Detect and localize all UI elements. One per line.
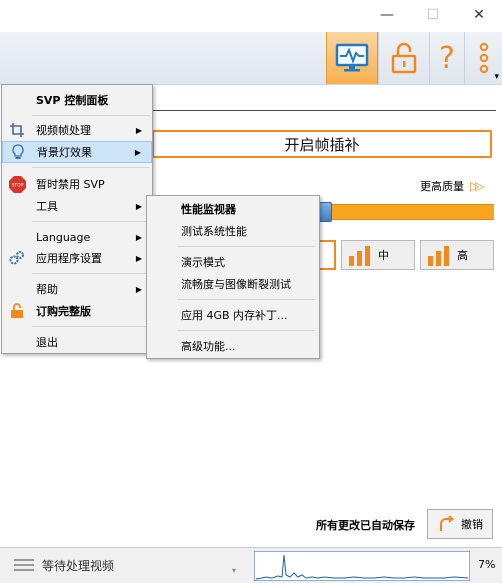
higher-quality-label: 更高质量: [420, 180, 464, 193]
close-icon: ✕: [473, 7, 485, 23]
more-vertical-icon: [479, 42, 489, 74]
undo-arrow-icon: [440, 515, 455, 531]
menu-item-disable-svp[interactable]: STOP 暂时禁用 SVP: [2, 173, 152, 195]
unlock-icon: [391, 42, 417, 74]
submenu-item-demo-mode[interactable]: 演示模式: [147, 251, 319, 273]
cpu-graph: [254, 551, 470, 581]
maximize-icon: ☐: [426, 7, 440, 23]
menu-item-label: 背景灯效果: [37, 146, 92, 159]
stop-icon: STOP: [8, 175, 26, 193]
submenu-item-label: 高级功能...: [181, 340, 236, 353]
menu-item-label: 订购完整版: [36, 305, 91, 318]
status-text: 等待处理视频: [42, 559, 115, 573]
submenu-item-label: 测试系统性能: [181, 225, 247, 238]
control-panel-menu: SVP 控制面板 视频帧处理 ▶ 背景灯效果 ▶ STOP 暂时禁用 SVP 工…: [1, 84, 153, 354]
menu-separator: [177, 246, 315, 247]
menu-item-label: 应用程序设置: [36, 252, 102, 265]
quality-slider-track[interactable]: [318, 204, 494, 220]
lightbulb-icon: [9, 143, 27, 161]
submenu-item-label: 演示模式: [181, 256, 225, 269]
menu-item-video-frame-processing[interactable]: 视频帧处理 ▶: [2, 119, 152, 141]
divider: [152, 110, 496, 111]
submenu-item-label: 应用 4GB 内存补丁...: [181, 309, 288, 322]
menu-separator: [32, 221, 150, 222]
quality-button-medium[interactable]: 中: [341, 240, 415, 270]
unlock-icon: [8, 302, 26, 320]
menu-separator: [32, 273, 150, 274]
cpu-percent: 7%: [478, 558, 496, 571]
menu-title: SVP 控制面板: [36, 94, 109, 107]
undo-label: 撤销: [461, 518, 483, 531]
submenu-item-tearing-test[interactable]: 流畅度与图像断裂测试: [147, 273, 319, 295]
hamburger-icon[interactable]: [14, 559, 34, 571]
autosave-text: 所有更改已自动保存: [316, 519, 415, 532]
help-icon: ?: [439, 40, 455, 76]
menu-item-label: 工具: [36, 200, 58, 213]
maximize-button[interactable]: ☐: [410, 0, 456, 30]
high-label: 高: [457, 249, 468, 262]
submenu-item-advanced[interactable]: 高级功能...: [147, 335, 319, 357]
quality-button-low-partial[interactable]: [318, 240, 336, 270]
top-toolbar: ? ▾: [0, 32, 502, 85]
submenu-item-label: 性能监视器: [181, 203, 236, 216]
submenu-item-4gb-patch[interactable]: 应用 4GB 内存补丁...: [147, 304, 319, 326]
enable-interpolation-label: 开启帧插补: [284, 135, 360, 154]
menu-separator: [32, 115, 150, 116]
help-button[interactable]: ?: [429, 32, 464, 84]
minimize-icon: —: [380, 7, 394, 23]
minimize-button[interactable]: —: [364, 0, 410, 30]
graph-dropdown-caret-icon[interactable]: ▾: [232, 566, 236, 575]
quality-button-high[interactable]: 高: [420, 240, 494, 270]
tools-submenu: 性能监视器 测试系统性能 演示模式 流畅度与图像断裂测试 应用 4GB 内存补丁…: [146, 195, 320, 359]
menu-item-label: 帮助: [36, 283, 58, 296]
menu-item-backlight-effect[interactable]: 背景灯效果 ▶: [2, 141, 152, 163]
submenu-item-benchmark[interactable]: 测试系统性能: [147, 220, 319, 242]
menu-separator: [177, 330, 315, 331]
title-bar: — ☐ ✕: [0, 0, 502, 32]
bars-icon: [349, 246, 370, 266]
gears-icon: [8, 249, 26, 267]
performance-monitor-button[interactable]: [326, 32, 378, 84]
quality-header: 更高质量 ▷▷: [420, 178, 485, 194]
more-menu-button[interactable]: ▾: [464, 32, 502, 84]
menu-item-help[interactable]: 帮助 ▶: [2, 278, 152, 300]
quality-slider-handle[interactable]: [318, 202, 332, 222]
menu-item-tools[interactable]: 工具 ▶: [2, 195, 152, 217]
chevron-down-icon: ▾: [494, 72, 499, 82]
menu-item-exit[interactable]: 退出: [2, 331, 152, 353]
crop-icon: [8, 121, 26, 139]
menu-item-language[interactable]: Language ▶: [2, 226, 152, 248]
submenu-item-label: 流畅度与图像断裂测试: [181, 278, 291, 291]
submenu-arrow-icon: ▶: [135, 253, 142, 263]
svg-text:STOP: STOP: [11, 182, 23, 188]
menu-item-buy-full-version[interactable]: 订购完整版: [2, 300, 152, 322]
status-bar: 等待处理视频 ▾ 7%: [0, 547, 502, 583]
submenu-arrow-icon: ▶: [135, 125, 142, 135]
submenu-item-performance-monitor[interactable]: 性能监视器: [147, 198, 319, 220]
menu-item-label: 暂时禁用 SVP: [36, 178, 105, 191]
enable-interpolation-button[interactable]: 开启帧插补: [152, 130, 492, 158]
monitor-icon: [335, 43, 369, 72]
menu-item-label: 退出: [36, 336, 58, 349]
menu-separator: [32, 167, 150, 168]
menu-item-app-settings[interactable]: 应用程序设置 ▶: [2, 247, 152, 269]
submenu-arrow-icon: ▶: [135, 201, 142, 211]
submenu-arrow-icon: ▶: [134, 147, 141, 157]
menu-separator: [177, 299, 315, 300]
medium-label: 中: [378, 249, 389, 262]
double-arrow-right-icon: ▷▷: [470, 179, 485, 193]
undo-button[interactable]: 撤销: [427, 509, 493, 539]
unlock-button[interactable]: [378, 32, 429, 84]
close-button[interactable]: ✕: [456, 0, 502, 30]
bars-icon: [428, 246, 449, 266]
submenu-arrow-icon: ▶: [135, 284, 142, 294]
submenu-arrow-icon: ▶: [135, 232, 142, 242]
menu-item-label: 视频帧处理: [36, 124, 91, 137]
menu-separator: [32, 326, 150, 327]
menu-item-label: Language: [36, 230, 91, 244]
